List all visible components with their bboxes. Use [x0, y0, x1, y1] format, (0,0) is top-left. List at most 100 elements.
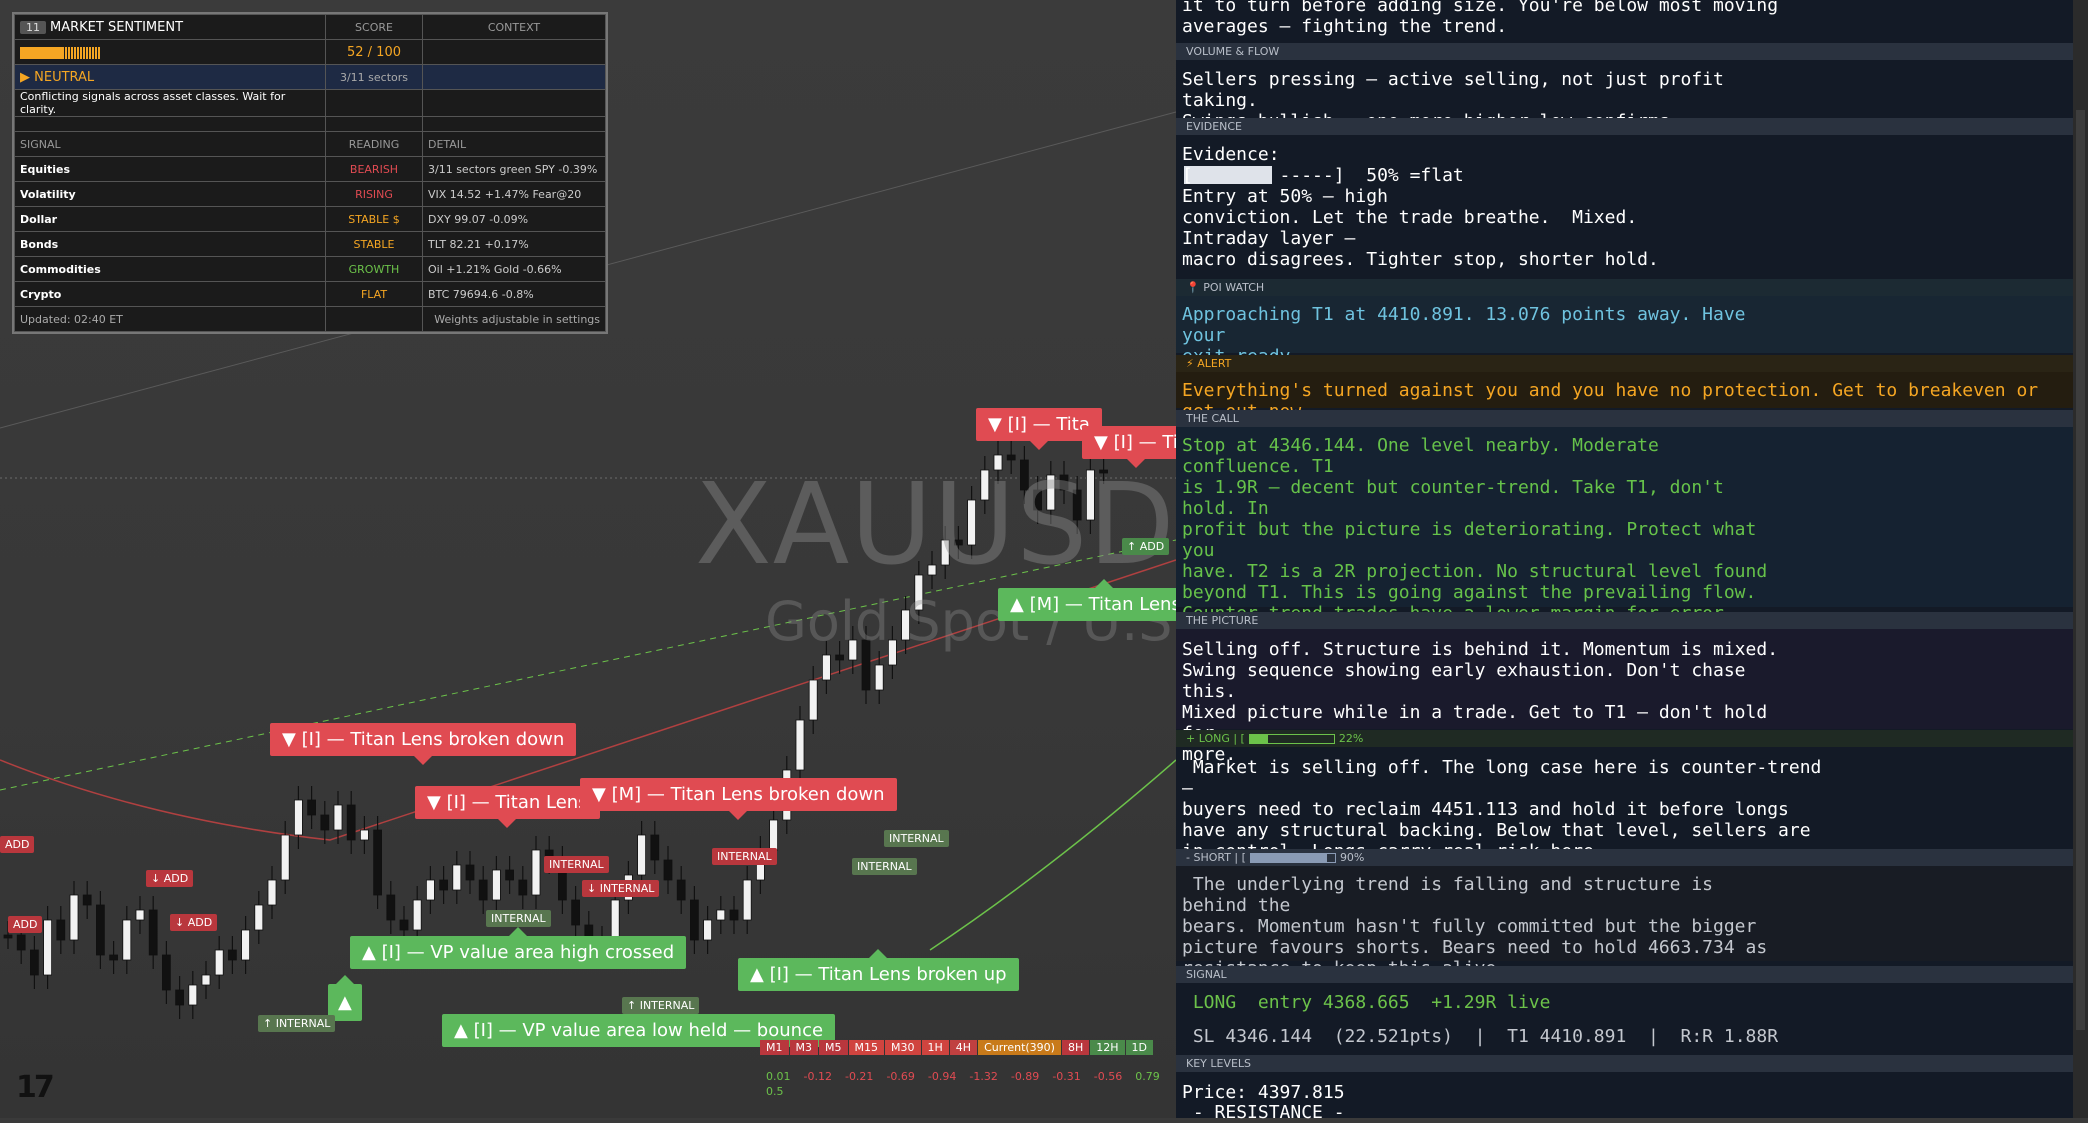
- candle: [399, 919, 409, 931]
- sentiment-title: MARKET SENTIMENT: [50, 19, 184, 35]
- score-value: 52 / 100: [325, 39, 423, 65]
- timeframe-value: -0.12: [803, 1070, 832, 1083]
- candle: [425, 879, 435, 901]
- candle: [650, 834, 660, 861]
- sectors-count: 3/11 sectors: [325, 64, 423, 90]
- col-signal: SIGNAL: [14, 131, 326, 157]
- chart-label[interactable]: ▼ [I] — Titan Lens broken down: [270, 723, 577, 765]
- timeframe-cell: 1D: [1125, 1040, 1153, 1055]
- timeframe-cell: M1: [760, 1040, 789, 1055]
- chart-tag: ↑ INTERNAL: [622, 997, 700, 1014]
- candle: [241, 929, 251, 961]
- timeframe-value: -1.32: [969, 1070, 998, 1083]
- evidence-text: Evidence: [ -----] 50% =flat Entry at 50…: [1182, 144, 1659, 270]
- chart-tag: INTERNAL: [486, 910, 551, 927]
- candle: [571, 899, 580, 926]
- candle: [386, 894, 396, 921]
- chart-tag: INTERNAL: [884, 830, 949, 847]
- candle: [43, 919, 52, 976]
- candle: [320, 814, 330, 831]
- candle: [505, 869, 515, 881]
- long-text: Market is selling off. The long case her…: [1182, 757, 1822, 862]
- candle: [491, 869, 501, 901]
- sentiment-note: Conflicting signals across asset classes…: [14, 89, 326, 117]
- timeframe-value: -0.56: [1093, 1070, 1123, 1083]
- candle: [610, 899, 620, 941]
- candle: [835, 654, 844, 661]
- timeframe-value: -0.94: [927, 1070, 957, 1083]
- moving-average: [929, 759, 1176, 951]
- timeframe-cell: M15: [848, 1040, 884, 1055]
- candle: [663, 859, 673, 881]
- timeframe-value: 0.01: [766, 1070, 791, 1083]
- tradingview-logo[interactable]: 17: [16, 1070, 55, 1105]
- candle: [359, 829, 369, 841]
- chart-tag: ↑ ADD: [1122, 538, 1170, 555]
- candle: [175, 989, 185, 1006]
- col-reading: READING: [325, 131, 423, 157]
- candle: [96, 904, 105, 956]
- candle: [412, 899, 422, 931]
- timeframe-value: 0.5: [766, 1085, 784, 1098]
- chart-tag: ↓ ADD: [146, 870, 194, 887]
- candle: [769, 819, 778, 851]
- candle: [227, 949, 237, 961]
- candle: [690, 899, 699, 941]
- chart-label[interactable]: ▼ [M] — Titan Lens broken down: [580, 778, 897, 820]
- table-row: Bonds STABLE TLT 82.21 +0.17%: [14, 231, 606, 257]
- timeframe-value: -0.89: [1010, 1070, 1040, 1083]
- sentiment-state: ▶ NEUTRAL: [14, 64, 326, 90]
- candle: [703, 919, 712, 941]
- section-the-picture: THE PICTURE: [1176, 612, 2073, 629]
- candle: [518, 879, 528, 896]
- candle: [637, 834, 646, 876]
- col-score: SCORE: [325, 14, 423, 40]
- section-poi-watch: 📍 POI WATCH: [1176, 279, 2073, 296]
- analysis-panel[interactable]: it to turn before adding size. You're be…: [1176, 0, 2073, 1123]
- candle: [69, 894, 79, 941]
- timeframe-cell: 4H: [949, 1040, 978, 1055]
- candle: [16, 934, 26, 951]
- chart-label[interactable]: ▲ [I] — Titan Lens broken up: [738, 949, 1019, 991]
- candle: [465, 864, 475, 881]
- candle: [82, 894, 92, 906]
- chart-label[interactable]: ▼ [I] — Titan Lens: [415, 786, 600, 828]
- timeframe-strip: M1 M3 M5 M15 M30 1H 4H Current(390) 8H 12H 1D 0.01-…: [760, 1040, 1176, 1099]
- candle: [122, 919, 132, 961]
- chart-label[interactable]: ▼ [I] — Ti: [1082, 426, 1176, 468]
- score-bar: [20, 46, 100, 59]
- scrollbar-thumb[interactable]: [2076, 110, 2085, 1030]
- candle: [333, 804, 343, 831]
- timeframe-cell: 8H: [1061, 1040, 1090, 1055]
- chart-label[interactable]: ▲ [M] — Titan Lens b: [998, 579, 1176, 621]
- candle: [161, 954, 171, 991]
- timeframe-cell: 1H: [921, 1040, 949, 1055]
- candle: [874, 664, 884, 691]
- chart-tag: ↓ ADD: [170, 914, 218, 931]
- short-text: The underlying trend is falling and stru…: [1182, 874, 1768, 979]
- candle: [742, 879, 752, 921]
- timeframe-cell: M3: [789, 1040, 818, 1055]
- candle: [148, 909, 158, 956]
- candle: [214, 949, 224, 976]
- candle: [795, 719, 805, 771]
- chart-tag: INTERNAL: [544, 856, 609, 873]
- chart-label[interactable]: ▲ [I] — VP value area high crossed: [350, 927, 687, 969]
- timeframe-cell: Current(390): [978, 1040, 1061, 1055]
- timeframe-value: 0.79: [1135, 1070, 1160, 1083]
- watermark-symbol: XAUUSD: [695, 460, 1176, 590]
- section-volume-flow: VOLUME & FLOW: [1176, 43, 2073, 60]
- timeframe-cell: M30: [885, 1040, 921, 1055]
- candle: [373, 829, 383, 896]
- chart-tag: ↑ INTERNAL: [258, 1015, 336, 1032]
- panel-scrollbar[interactable]: [2073, 0, 2088, 1118]
- timeframe-value: -0.21: [844, 1070, 874, 1083]
- collapse-badge[interactable]: 11: [20, 20, 46, 34]
- chart-tag: INTERNAL: [852, 858, 917, 875]
- candle: [716, 909, 726, 921]
- candle: [56, 919, 66, 941]
- candle: [478, 879, 488, 901]
- current-price: Price: 4397.815: [1182, 1082, 1345, 1103]
- candle: [808, 679, 818, 721]
- candle: [729, 909, 739, 921]
